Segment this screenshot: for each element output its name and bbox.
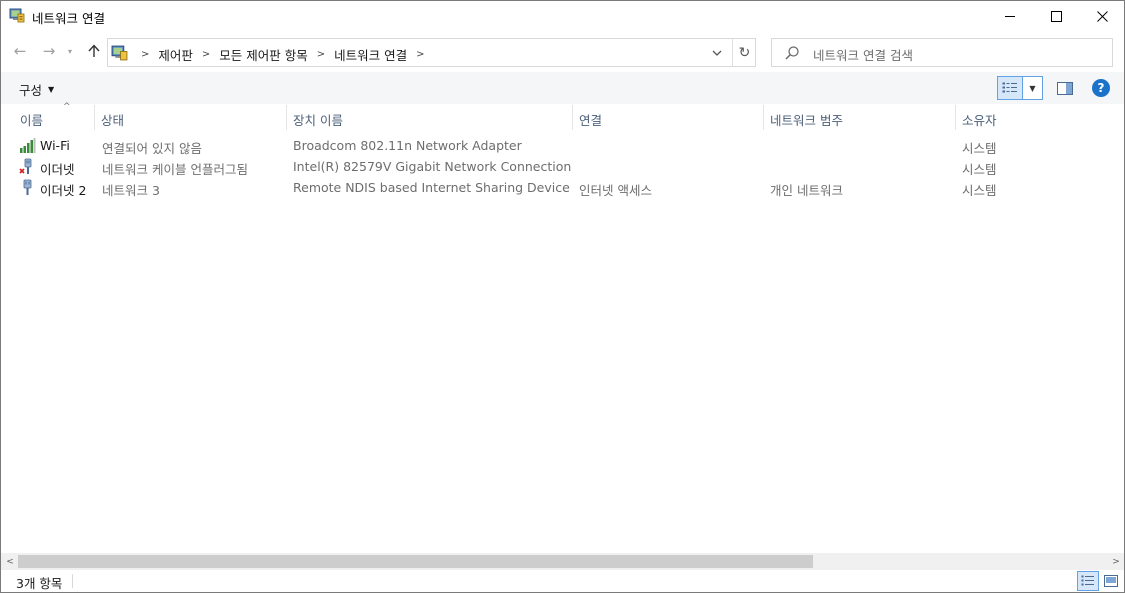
- item-count: 3개 항목: [16, 576, 63, 591]
- item-status: 네트워크 3: [102, 183, 160, 198]
- item-owner: 시스템: [962, 141, 997, 156]
- chevron-right-icon[interactable]: >: [317, 49, 325, 60]
- column-header-connectivity[interactable]: 연결: [573, 105, 764, 130]
- title-bar: 네트워크 연결: [1, 1, 1124, 31]
- view-options-dropdown[interactable]: ▼: [1022, 76, 1043, 100]
- large-icons-view-button[interactable]: [1101, 571, 1121, 591]
- chevron-right-icon: >: [1112, 556, 1120, 567]
- close-icon: [1096, 10, 1108, 22]
- breadcrumb: > 제어판 > 모든 제어판 항목 > 네트워크 연결 >: [132, 45, 434, 64]
- change-view-button[interactable]: [997, 76, 1023, 100]
- search-icon: [785, 46, 799, 60]
- ethernet-disconnected-icon: [19, 158, 32, 174]
- column-header-label: 이름: [20, 113, 44, 128]
- network-connections-icon: [9, 8, 25, 23]
- command-bar: 구성 ▼ ▼ ?: [1, 72, 1124, 104]
- chevron-down-icon: [712, 50, 722, 56]
- chevron-right-icon[interactable]: >: [202, 49, 210, 60]
- item-device: Broadcom 802.11n Network Adapter: [293, 138, 522, 153]
- item-owner: 시스템: [962, 183, 997, 198]
- horizontal-scrollbar[interactable]: < >: [1, 553, 1124, 570]
- caret-down-icon: ▼: [48, 85, 55, 94]
- help-button[interactable]: ?: [1092, 79, 1110, 97]
- list-item[interactable]: 이더넷 2 네트워크 3 Remote NDIS based Internet …: [1, 177, 1124, 198]
- chevron-left-icon: <: [6, 556, 14, 567]
- search-placeholder: 네트워크 연결 검색: [813, 48, 913, 63]
- column-header-label: 연결: [579, 113, 603, 128]
- search-input[interactable]: 네트워크 연결 검색: [771, 38, 1113, 67]
- details-view-button[interactable]: [1077, 571, 1099, 591]
- column-header-label: 장치 이름: [293, 113, 343, 128]
- column-header-status[interactable]: 상태: [95, 105, 287, 130]
- list-item[interactable]: Wi-Fi 연결되어 있지 않음 Broadcom 802.11n Networ…: [1, 135, 1124, 156]
- address-bar[interactable]: > 제어판 > 모든 제어판 항목 > 네트워크 연결 > ↻: [107, 38, 756, 67]
- forward-button[interactable]: →: [39, 41, 59, 61]
- column-header-owner[interactable]: 소유자: [956, 105, 1106, 130]
- preview-pane-button[interactable]: [1055, 79, 1075, 97]
- breadcrumb-control-panel[interactable]: 제어판: [158, 45, 193, 64]
- item-status: 네트워크 케이블 언플러그됨: [102, 162, 248, 177]
- item-connectivity: 인터넷 액세스: [579, 183, 652, 198]
- status-bar: 3개 항목: [1, 570, 1124, 592]
- item-owner: 시스템: [962, 162, 997, 177]
- preview-pane-icon: [1057, 81, 1073, 95]
- maximize-icon: [1050, 10, 1062, 22]
- navigation-bar: ← → ▾ > 제어판 > 모든 제어판 항목 > 네트워크 연결 > ↻ 네트…: [1, 32, 1124, 70]
- item-name: 이더넷: [40, 162, 75, 177]
- breadcrumb-all-items[interactable]: 모든 제어판 항목: [219, 45, 307, 64]
- window-title: 네트워크 연결: [32, 11, 105, 26]
- scroll-left-button[interactable]: <: [3, 555, 17, 568]
- ethernet-icon: [23, 179, 32, 195]
- refresh-icon: ↻: [738, 44, 751, 61]
- wifi-signal-icon: [20, 138, 36, 153]
- large-icons-view-icon: [1104, 575, 1118, 587]
- column-header-device[interactable]: 장치 이름: [287, 105, 573, 130]
- arrow-right-icon: →: [42, 42, 56, 60]
- scroll-right-button[interactable]: >: [1109, 555, 1123, 568]
- chevron-down-icon: ▾: [67, 46, 72, 56]
- column-header-name[interactable]: ^ 이름: [14, 102, 95, 130]
- column-header-label: 네트워크 범주: [770, 113, 843, 128]
- chevron-right-icon[interactable]: >: [141, 49, 149, 60]
- item-device: Remote NDIS based Internet Sharing Devic…: [293, 180, 570, 195]
- close-button[interactable]: [1079, 1, 1125, 31]
- back-button[interactable]: ←: [10, 41, 30, 61]
- sort-ascending-icon: ^: [63, 102, 71, 112]
- arrow-up-icon: [88, 44, 100, 57]
- list-item[interactable]: 이더넷 네트워크 케이블 언플러그됨 Intel(R) 82579V Gigab…: [1, 156, 1124, 177]
- address-history-button[interactable]: [706, 39, 728, 66]
- details-view-icon: [1081, 575, 1094, 586]
- item-status: 연결되어 있지 않음: [102, 141, 202, 156]
- explorer-window: 네트워크 연결 ← → ▾ > 제어판 > 모든 제어판 항목 > 네트워크 연…: [0, 0, 1125, 593]
- refresh-button[interactable]: ↻: [732, 39, 756, 66]
- control-panel-icon: [111, 45, 128, 61]
- caret-down-icon: ▼: [1029, 83, 1036, 93]
- column-header-label: 소유자: [962, 113, 997, 128]
- scrollbar-thumb[interactable]: [18, 555, 813, 568]
- organize-menu-button[interactable]: 구성 ▼: [19, 80, 54, 99]
- arrow-left-icon: ←: [13, 42, 27, 60]
- details-view-icon: [1002, 82, 1017, 93]
- minimize-icon: [1004, 15, 1015, 17]
- item-category: 개인 네트워크: [770, 183, 843, 198]
- breadcrumb-network-connections[interactable]: 네트워크 연결: [334, 45, 407, 64]
- column-header-category[interactable]: 네트워크 범주: [764, 105, 956, 130]
- organize-label: 구성: [19, 83, 43, 98]
- minimize-button[interactable]: [987, 1, 1033, 31]
- column-header-label: 상태: [101, 113, 125, 128]
- item-device: Intel(R) 82579V Gigabit Network Connecti…: [293, 159, 572, 174]
- recent-locations-button[interactable]: ▾: [64, 41, 76, 61]
- status-divider: [72, 574, 73, 588]
- item-name: 이더넷 2: [40, 183, 87, 198]
- maximize-button[interactable]: [1033, 1, 1079, 31]
- item-name: Wi-Fi: [40, 138, 70, 153]
- column-headers: ^ 이름 상태 장치 이름 연결 네트워크 범주 소유자: [1, 102, 1124, 130]
- chevron-right-icon[interactable]: >: [416, 49, 424, 60]
- up-button[interactable]: [84, 41, 104, 61]
